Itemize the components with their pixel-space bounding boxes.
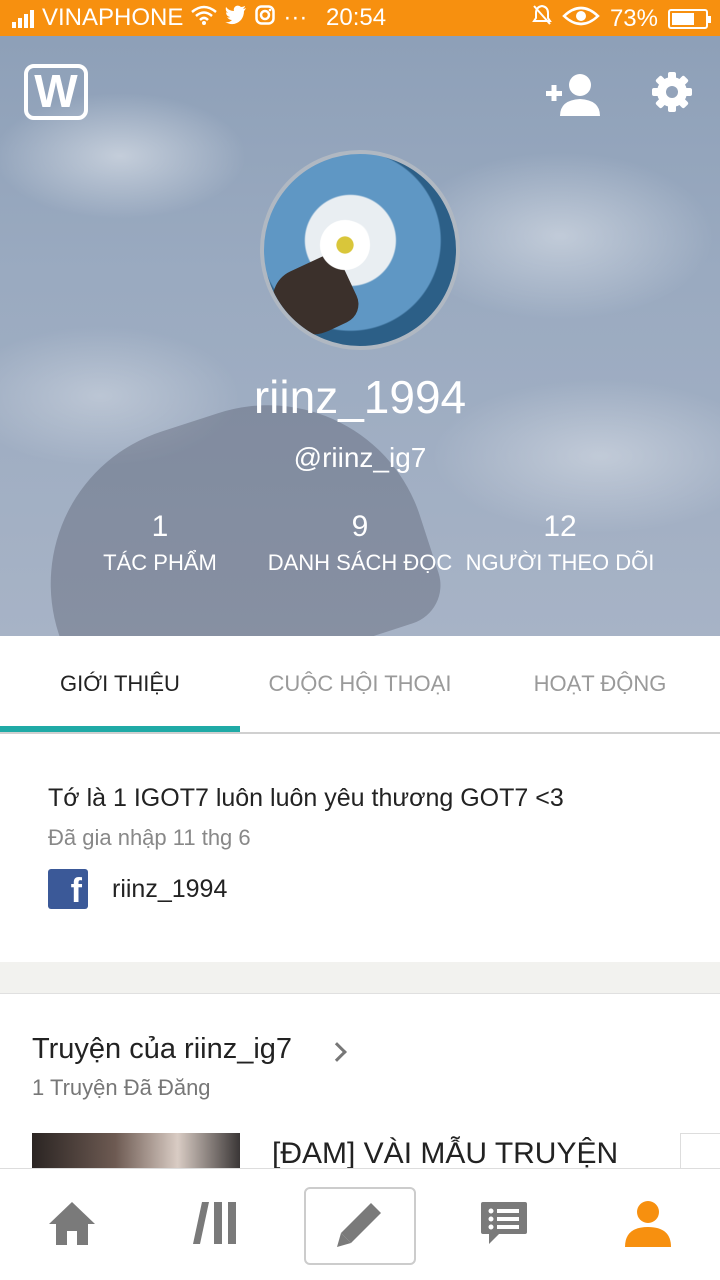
avatar[interactable] (260, 150, 460, 350)
pencil-icon (335, 1199, 385, 1254)
carrier-name: VINAPHONE (42, 4, 184, 31)
clock: 20:54 (326, 4, 387, 31)
stories-count: 1 Truyện Đã Đăng (32, 1075, 211, 1100)
more-notifications-icon: ··· (283, 4, 308, 31)
joined-date: Đã gia nhập 11 thg 6 (48, 825, 251, 850)
about-section: Tớ là 1 IGOT7 luôn luôn yêu thương GOT7 … (0, 736, 720, 962)
stories-section: Truyện của riinz_ig7 1 Truyện Đã Đăng [Đ… (0, 995, 720, 1170)
stories-heading[interactable]: Truyện của riinz_ig7 (32, 1033, 292, 1066)
nav-profile[interactable] (576, 1169, 720, 1280)
stat-reading-lists-label: DANH SÁCH ĐỌC (267, 550, 453, 575)
settings-gear-icon[interactable] (650, 70, 694, 114)
home-icon (47, 1200, 97, 1251)
profile-header: W riinz_1994 @riinz_ig7 1 TÁC PHẨM 9 DAN (0, 36, 720, 636)
signal-icon (12, 8, 34, 28)
wattpad-logo-icon[interactable]: W (24, 64, 88, 120)
nav-library[interactable] (144, 1169, 288, 1280)
eye-icon (562, 5, 600, 33)
battery-icon (668, 8, 711, 29)
status-bar: VINAPHONE ··· 20:54 73% (0, 0, 720, 36)
tab-activity[interactable]: HOẠT ĐỘNG (480, 636, 720, 732)
profile-handle: @riinz_ig7 (293, 442, 427, 473)
stat-works-value: 1 (151, 510, 169, 543)
facebook-icon: f (48, 869, 88, 909)
stat-followers-label: NGƯỜI THEO DÕI (465, 550, 655, 575)
stat-works[interactable]: 1 TÁC PHẨM (50, 510, 270, 576)
chevron-right-icon[interactable] (327, 1042, 347, 1062)
wifi-icon (191, 4, 218, 32)
nav-messages[interactable] (432, 1169, 576, 1280)
messages-icon (479, 1200, 529, 1251)
library-icon (192, 1200, 240, 1251)
facebook-name: riinz_1994 (112, 874, 228, 903)
profile-tabs: GIỚI THIỆU CUỘC HỘI THOẠI HOẠT ĐỘNG (0, 636, 720, 734)
stat-followers-value: 12 (543, 510, 577, 543)
mute-icon (532, 4, 552, 33)
next-story-card[interactable] (680, 1133, 720, 1170)
instagram-icon (255, 4, 276, 32)
stat-reading-lists[interactable]: 9 DANH SÁCH ĐỌC (250, 510, 470, 576)
profile-bio: Tớ là 1 IGOT7 luôn luôn yêu thương GOT7 … (48, 784, 564, 812)
stat-followers[interactable]: 12 NGƯỜI THEO DÕI (450, 510, 670, 576)
add-user-icon[interactable] (544, 72, 604, 116)
nav-write[interactable] (304, 1187, 416, 1265)
bottom-navigation (0, 1168, 720, 1280)
profile-icon (623, 1199, 673, 1252)
stat-works-label: TÁC PHẨM (103, 550, 217, 575)
twitter-icon (225, 4, 247, 32)
story-cover-image[interactable] (32, 1133, 240, 1170)
story-title[interactable]: [ĐAM] VÀI MẪU TRUYỆN (272, 1137, 618, 1170)
section-divider (0, 962, 720, 994)
tab-conversations[interactable]: CUỘC HỘI THOẠI (240, 636, 480, 732)
facebook-link[interactable]: f riinz_1994 (48, 869, 720, 909)
tab-about[interactable]: GIỚI THIỆU (0, 636, 240, 732)
nav-home[interactable] (0, 1169, 144, 1280)
stat-reading-lists-value: 9 (351, 510, 369, 543)
profile-display-name: riinz_1994 (253, 371, 467, 423)
battery-percent: 73% (609, 4, 658, 32)
